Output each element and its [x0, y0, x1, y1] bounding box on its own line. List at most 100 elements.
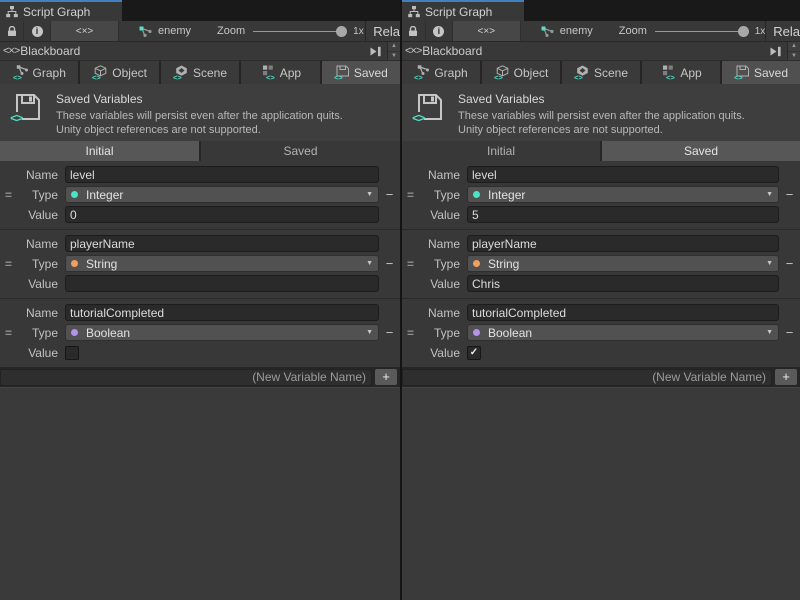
tab-app[interactable]: <>App	[241, 61, 319, 84]
zoom-slider-thumb[interactable]	[336, 26, 347, 37]
variable-name-input[interactable]	[65, 235, 379, 252]
variable-value-input[interactable]	[65, 206, 379, 223]
type-dropdown[interactable]: Boolean▼	[65, 324, 379, 341]
tab-saved-mode[interactable]: Saved	[602, 141, 800, 161]
app-tab-icon: <>	[660, 65, 676, 80]
variable-name-input[interactable]	[65, 166, 379, 183]
add-variable-button[interactable]: +	[775, 369, 797, 385]
svg-text:<>: <>	[494, 73, 503, 80]
scroll-down-button[interactable]: ▼	[388, 51, 400, 61]
remove-variable-button[interactable]: −	[379, 187, 400, 202]
remove-variable-button[interactable]: −	[779, 325, 800, 340]
drag-handle-icon[interactable]: =	[0, 326, 17, 340]
blackboard-title: Blackboard	[20, 44, 80, 58]
tab-app[interactable]: <>App	[642, 61, 720, 84]
tab-initial[interactable]: Initial	[0, 141, 199, 161]
tab-graph[interactable]: <>Graph	[402, 61, 480, 84]
info-text: Saved Variables These variables will per…	[458, 92, 745, 133]
svg-text:<>: <>	[13, 73, 22, 80]
relations-button[interactable]: Rela	[766, 24, 800, 39]
tab-scene[interactable]: <>Scene	[161, 61, 239, 84]
lock-button[interactable]	[402, 21, 426, 41]
tab-saved[interactable]: <>Saved	[722, 61, 800, 84]
type-label: Type	[419, 257, 460, 271]
tab-title: Script Graph	[23, 5, 90, 19]
scroll-down-button[interactable]: ▼	[788, 51, 800, 61]
zoom-slider-thumb[interactable]	[738, 26, 749, 37]
drag-handle-icon[interactable]: =	[402, 188, 419, 202]
remove-variable-button[interactable]: −	[779, 256, 800, 271]
tab-graph[interactable]: <>Graph	[0, 61, 78, 84]
new-variable-row: +	[402, 367, 800, 387]
scroll-up-button[interactable]: ▲	[388, 42, 400, 51]
scroll-up-button[interactable]: ▲	[788, 42, 800, 51]
value-checkbox[interactable]: ✓	[467, 346, 481, 360]
type-color-dot	[473, 191, 480, 198]
drag-handle-icon[interactable]: =	[402, 257, 419, 271]
blackboard-empty-area	[402, 387, 800, 600]
script-graph-icon	[408, 6, 420, 18]
code-icon: <×>	[76, 26, 94, 37]
variable-name-input[interactable]	[467, 166, 779, 183]
relations-button[interactable]: Rela	[366, 24, 400, 39]
info-icon: i	[32, 26, 43, 37]
code-view-button[interactable]: <×>	[51, 21, 119, 41]
tab-scene[interactable]: <>Scene	[562, 61, 640, 84]
graph-tab-icon: <>	[414, 65, 430, 80]
type-label: Type	[419, 188, 460, 202]
scene-tab-icon: <>	[574, 65, 590, 80]
remove-variable-button[interactable]: −	[779, 187, 800, 202]
new-variable-name-input[interactable]	[402, 369, 772, 386]
info-button[interactable]: i	[24, 21, 51, 41]
value-label: Value	[419, 208, 460, 222]
info-line-1: These variables will persist even after …	[56, 109, 343, 123]
type-dropdown[interactable]: Integer▼	[65, 186, 379, 203]
drag-handle-icon[interactable]: =	[0, 188, 17, 202]
type-dropdown[interactable]: String▼	[65, 255, 379, 272]
graph-selector[interactable]: enemy	[541, 25, 593, 37]
tab-object[interactable]: <>Object	[482, 61, 560, 84]
drag-handle-icon[interactable]: =	[402, 326, 419, 340]
tab-script-graph[interactable]: Script Graph	[402, 0, 524, 21]
drag-handle-icon[interactable]: =	[0, 257, 17, 271]
add-variable-button[interactable]: +	[375, 369, 397, 385]
tab-script-graph[interactable]: Script Graph	[0, 0, 122, 21]
remove-variable-button[interactable]: −	[379, 325, 400, 340]
mode-tabs: Initial Saved	[402, 141, 800, 161]
tab-object[interactable]: <>Object	[80, 61, 158, 84]
type-color-dot	[473, 260, 480, 267]
variable-value-input[interactable]	[467, 206, 779, 223]
tab-saved[interactable]: <>Saved	[322, 61, 400, 84]
variable-name-input[interactable]	[467, 235, 779, 252]
value-checkbox[interactable]	[65, 346, 79, 360]
script-graph-icon	[6, 6, 18, 18]
graph-selector[interactable]: enemy	[139, 25, 191, 37]
type-dropdown[interactable]: Integer▼	[467, 186, 779, 203]
value-label: Value	[419, 277, 460, 291]
code-view-button[interactable]: <×>	[453, 21, 521, 41]
blackboard-empty-area	[0, 387, 400, 600]
chevron-down-icon: ▼	[766, 329, 773, 336]
zoom-slider[interactable]	[253, 21, 348, 42]
type-color-dot	[473, 329, 480, 336]
tab-initial[interactable]: Initial	[402, 141, 600, 161]
svg-text:<>: <>	[92, 73, 101, 80]
tab-saved-mode[interactable]: Saved	[201, 141, 400, 161]
variable-name-input[interactable]	[467, 304, 779, 321]
dock-icon[interactable]	[769, 46, 782, 57]
variable-value-input[interactable]	[467, 275, 779, 292]
remove-variable-button[interactable]: −	[379, 256, 400, 271]
scrollbar: ▲ ▼	[387, 42, 400, 60]
variable-name-input[interactable]	[65, 304, 379, 321]
variable-row: Name =Type Integer▼− Value	[402, 161, 800, 229]
lock-button[interactable]	[0, 21, 24, 41]
name-label: Name	[419, 168, 460, 182]
type-dropdown[interactable]: String▼	[467, 255, 779, 272]
variable-value-input[interactable]	[65, 275, 379, 292]
zoom-label: Zoom	[217, 25, 245, 37]
info-button[interactable]: i	[426, 21, 453, 41]
type-dropdown[interactable]: Boolean▼	[467, 324, 779, 341]
dock-icon[interactable]	[369, 46, 382, 57]
new-variable-name-input[interactable]	[0, 369, 372, 386]
zoom-slider[interactable]	[655, 21, 750, 42]
